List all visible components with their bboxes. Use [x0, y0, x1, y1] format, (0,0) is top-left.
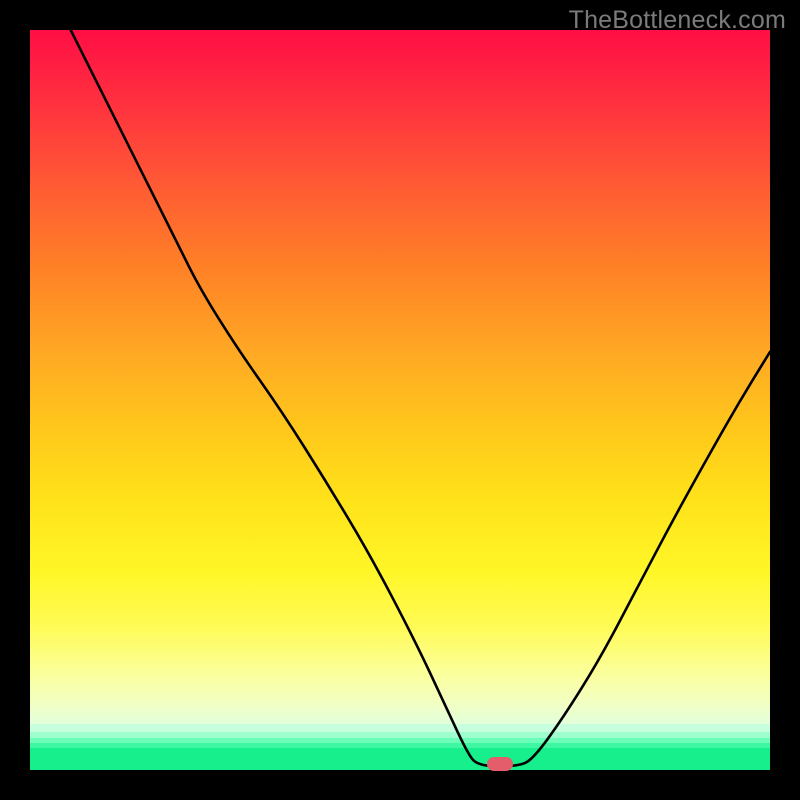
plot-area [30, 30, 770, 770]
background-gradient-band [30, 748, 770, 770]
chart-frame [30, 30, 770, 770]
background-gradient [30, 30, 770, 724]
background-gradient-band [30, 724, 770, 732]
optimal-marker [487, 757, 513, 771]
